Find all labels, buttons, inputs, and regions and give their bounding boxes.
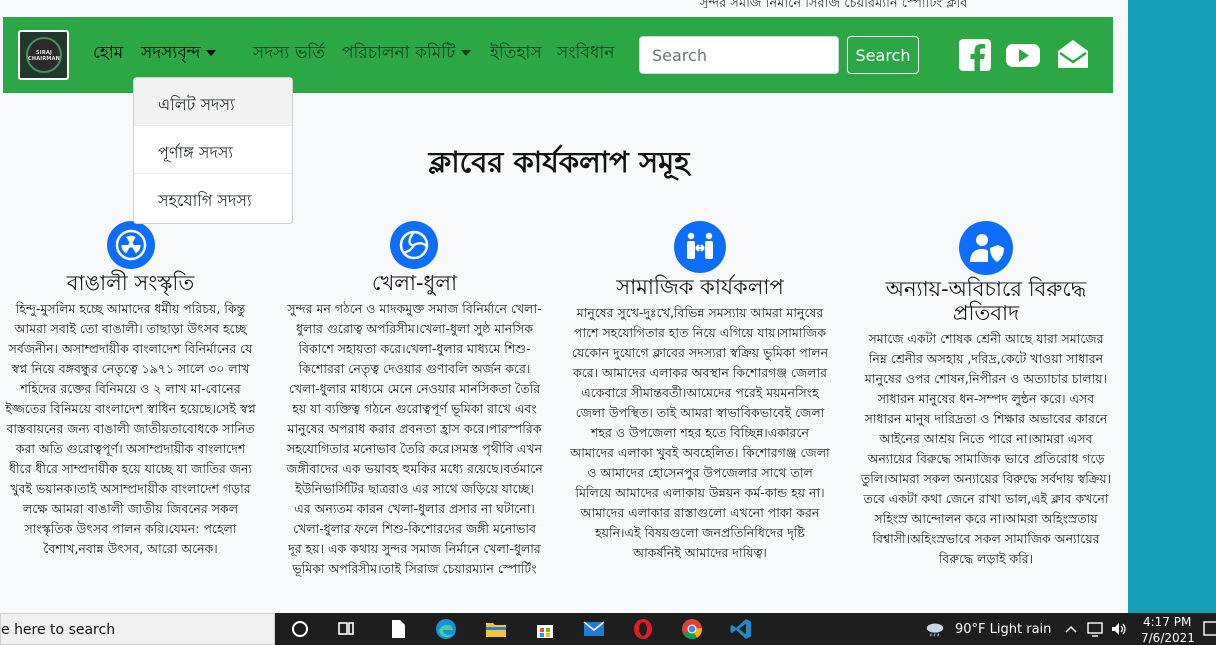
activity-title: খেলা-ধুলা [371,271,458,295]
notifications-icon[interactable] [1203,619,1216,639]
chevron-down-icon [461,50,472,56]
dropdown-item-full[interactable]: পূর্ণাঙ্গ সদস্য [134,126,292,174]
top-marquee-text: সুন্দর সমাজ নির্মানে সিরাজ চেয়ারম্যান স… [700,0,968,8]
members-dropdown-menu: এলিট সদস্য পূর্ণাঙ্গ সদস্য সহযোগি সদস্য [133,77,293,224]
activity-text: সুন্দর মন গঠনে ও মাদকমুক্ত সমাজ বিনির্মা… [286,301,543,576]
file-explorer-icon[interactable] [484,617,508,641]
opera-icon[interactable] [631,617,655,641]
nav-home[interactable]: হোম [93,43,123,63]
activity-card-sports: খেলা-ধুলা সুন্দর মন গঠনে ও মাদকমুক্ত সমা… [286,221,543,579]
nav-history[interactable]: ইতিহাস [490,43,542,63]
volleyball-icon [390,221,438,269]
clock-date[interactable]: 7/6/2021 [1141,631,1195,645]
user-shield-icon [959,221,1013,275]
network-icon[interactable] [1086,620,1104,638]
dropdown-item-associate[interactable]: সহযোগি সদস্য [134,174,292,222]
logo-text: SIRAJ CHAIRMAN [27,50,61,62]
cloud-rain-icon [926,623,944,637]
activity-text: সমাজে একটা শোষক শ্রেনী আছে যারা সমাজের ন… [860,331,1112,566]
nav-members-label: সদস্যবৃন্দ [141,43,201,63]
people-arrows-icon [674,221,726,273]
taskbar-search-text: e here to search [1,622,116,638]
nav-membership[interactable]: সদস্য ভর্তি [253,43,325,63]
store-icon[interactable] [533,617,557,641]
radiation-icon [106,221,155,269]
youtube-icon[interactable] [1005,38,1041,72]
cortana-icon[interactable] [288,617,312,641]
nav-constitution[interactable]: সংবিধান [557,43,614,63]
clock-time[interactable]: 4:17 PM [1143,615,1191,629]
nav-members-dropdown[interactable]: সদস্যবৃন্দ [141,43,217,63]
vscode-icon[interactable] [729,617,753,641]
nav-committee-dropdown[interactable]: পরিচালনা কমিটি [342,43,472,63]
club-logo[interactable]: SIRAJ CHAIRMAN [18,30,69,80]
volume-icon[interactable] [1110,620,1128,638]
search-input[interactable] [639,36,839,74]
facebook-icon[interactable] [958,38,992,72]
activity-card-protest: অন্যায়-অবিচারে বিরুদ্ধে প্রতিবাদ সমাজে … [858,221,1114,569]
activity-card-culture: বাঙালী সংস্কৃতি হিন্দু-মুসলিম হচ্ছে আমাদ… [4,221,257,559]
mail-app-icon[interactable] [582,617,606,641]
weather-text[interactable]: 90°F Light rain [955,622,1051,637]
mail-icon[interactable] [1055,38,1091,72]
activity-card-social: সামাজিক কার্যকলাপ মানুষের সুখে-দুঃখে,বিভ… [570,221,830,563]
chevron-up-icon[interactable] [1063,620,1079,638]
activity-text: হিন্দু-মুসলিম হচ্ছে আমাদের ধর্মীয় পরিচয… [5,301,256,556]
webpage: সুন্দর সমাজ নির্মানে সিরাজ চেয়ারম্যান স… [0,0,1128,613]
chevron-down-icon [206,50,217,56]
dropdown-item-elite[interactable]: এলিট সদস্য [134,78,292,126]
taskbar-search-box[interactable]: e here to search [0,613,275,645]
activity-title: অন্যায়-অবিচারে বিরুদ্ধে প্রতিবাদ [885,277,1087,325]
task-view-icon[interactable] [334,617,358,641]
edge-browser-icon[interactable] [434,617,458,641]
nav-committee-label: পরিচালনা কমিটি [342,43,456,63]
activity-title: সামাজিক কার্যকলাপ [616,275,784,299]
search-button[interactable]: Search [847,36,919,74]
chrome-icon[interactable] [680,617,704,641]
windows-taskbar: e here to search 90°F Light rain 4:17 PM… [0,613,1216,645]
activity-text: মানুষের সুখে-দুঃখে,বিভিন্ন সমস্যায় আমরা… [570,305,830,560]
file-icon[interactable] [386,617,410,641]
activity-title: বাঙালী সংস্কৃতি [66,271,195,295]
